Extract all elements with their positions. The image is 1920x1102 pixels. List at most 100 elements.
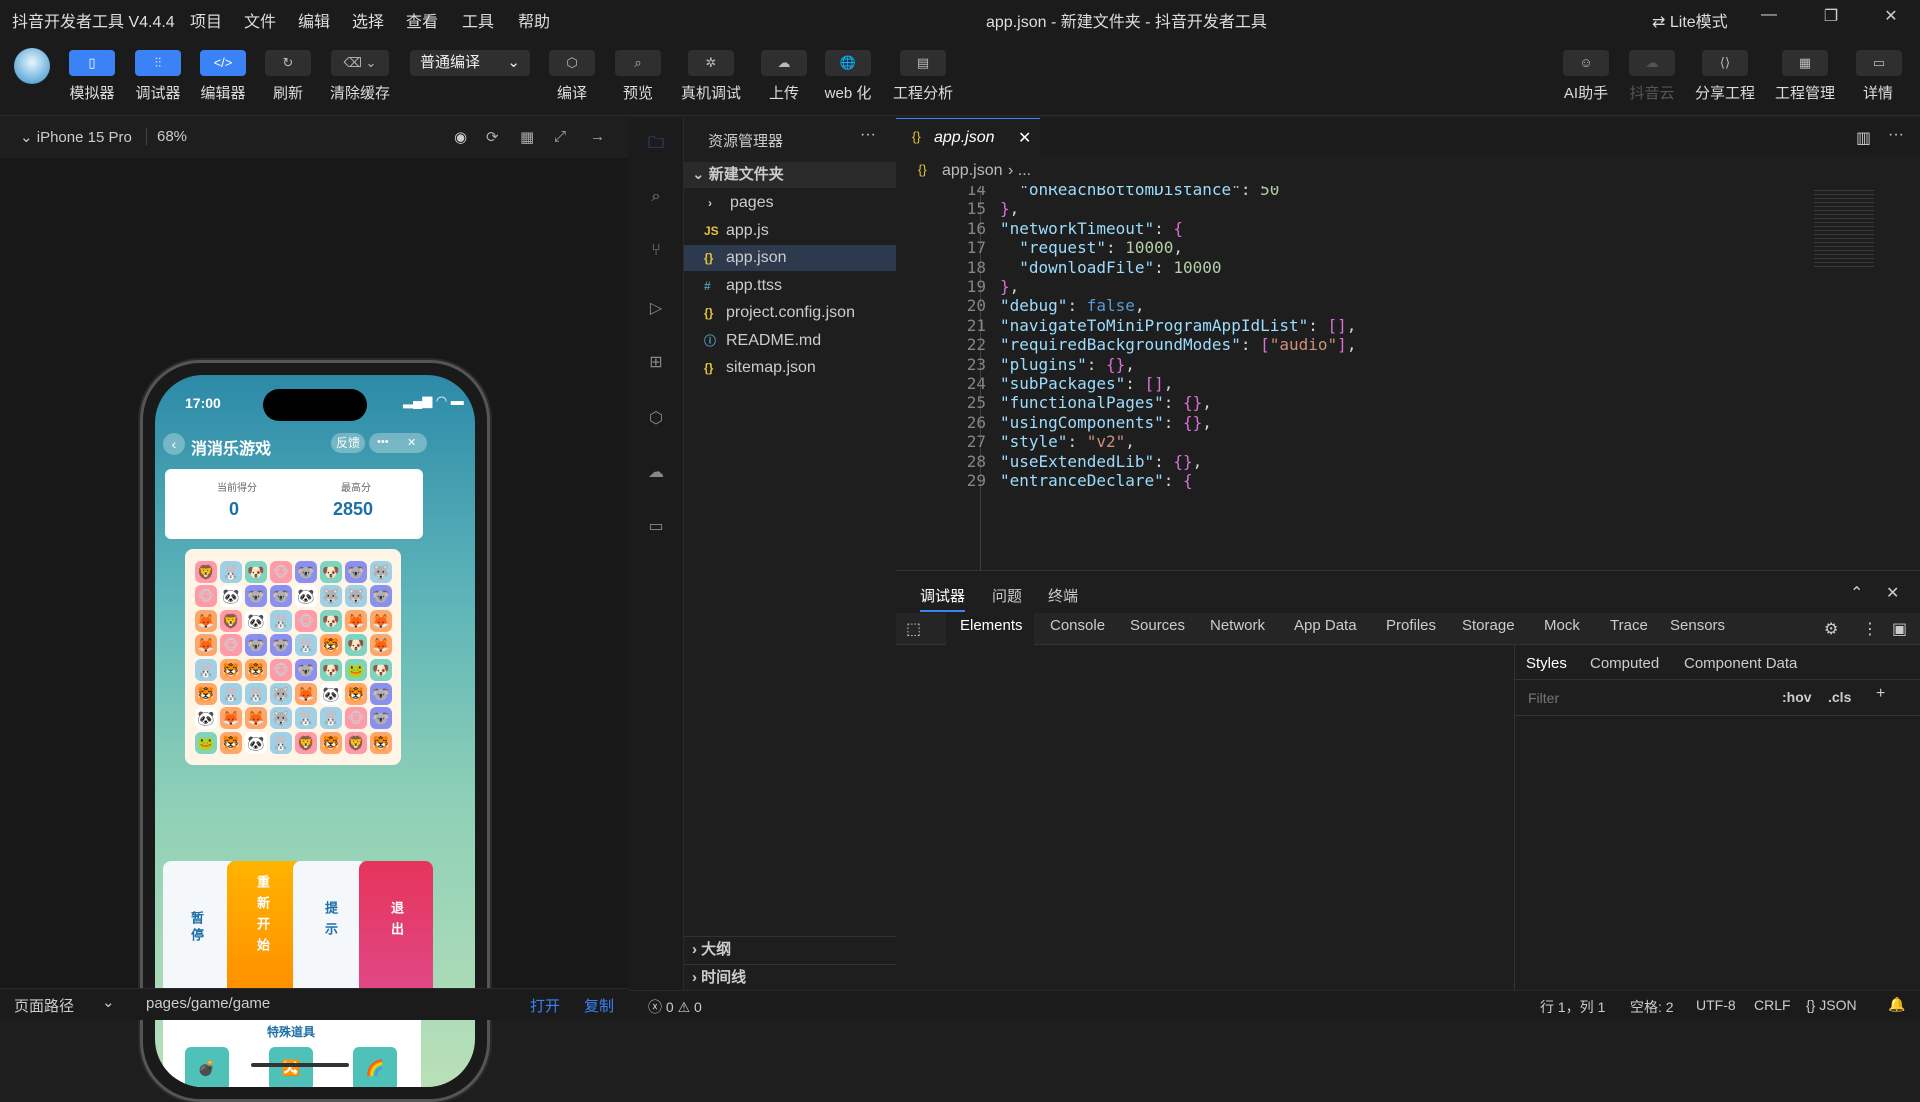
board-tile[interactable]: 🐰 — [220, 683, 242, 705]
compile-mode-select[interactable]: 普通编译 ⌄ — [410, 50, 530, 76]
devtools-tab-console[interactable]: Console — [1050, 617, 1105, 634]
board-tile[interactable]: 🐺 — [320, 585, 342, 608]
timeline-section[interactable]: › 时间线 — [684, 964, 896, 990]
devtools-tab-sensors[interactable]: Sensors — [1670, 617, 1725, 634]
debugger-toggle[interactable]: ⫶⫶ 调试器 — [132, 50, 184, 103]
run-debug-icon[interactable]: ▷ — [644, 298, 668, 322]
code-line[interactable]: "style": "v2", — [1000, 432, 1135, 451]
board-tile[interactable]: 🐺 — [345, 585, 367, 608]
devtools-tab-mock[interactable]: Mock — [1544, 617, 1580, 634]
board-tile[interactable]: 🐯 — [320, 731, 342, 754]
device-select[interactable]: ⌄ iPhone 15 Pro — [20, 128, 132, 146]
grid-icon[interactable]: ▦ — [520, 128, 534, 146]
board-tile[interactable]: 🐯 — [320, 634, 342, 657]
board-tile[interactable]: 🐵 — [270, 658, 292, 681]
board-tile[interactable]: 🐵 — [345, 707, 367, 730]
code-line[interactable]: "request": 10000, — [1000, 238, 1183, 257]
code-line[interactable]: "debug": false, — [1000, 296, 1145, 315]
devtools-tab-storage[interactable]: Storage — [1462, 617, 1515, 634]
board-tile[interactable]: 🦊 — [295, 683, 317, 705]
code-line[interactable]: "navigateToMiniProgramAppIdList": [], — [1000, 316, 1356, 335]
chevron-down-icon[interactable]: ⌄ — [102, 993, 115, 1011]
code-line[interactable]: "entranceDeclare": { — [1000, 471, 1193, 490]
compile-button[interactable]: ⬡ 编译 — [548, 50, 596, 103]
tab-component-data[interactable]: Component Data — [1684, 655, 1797, 672]
editor-toggle[interactable]: </> 编辑器 — [198, 50, 248, 103]
panel-debugger[interactable]: 调试器 — [920, 585, 966, 612]
file-item[interactable]: JS app.js — [684, 218, 896, 244]
code-line[interactable]: "useExtendedLib": {}, — [1000, 452, 1202, 471]
feedback-button[interactable]: 反馈 — [331, 433, 365, 453]
details-button[interactable]: ▭ 详情 — [1856, 50, 1902, 103]
board-tile[interactable]: 🦊 — [345, 609, 367, 632]
extensions-icon[interactable]: ⊞ — [644, 352, 668, 376]
board-tile[interactable]: 🐶 — [320, 658, 342, 681]
board-tile[interactable]: 🦊 — [245, 707, 267, 730]
search-icon[interactable]: ⌕ — [644, 188, 668, 212]
board-tile[interactable]: 🐶 — [320, 609, 342, 632]
board-tile[interactable]: 🐸 — [345, 658, 367, 681]
board-tile[interactable]: 🐰 — [220, 561, 242, 583]
outline-section[interactable]: › 大纲 — [684, 936, 896, 962]
board-tile[interactable]: 🐨 — [245, 634, 267, 657]
avatar[interactable] — [14, 48, 50, 84]
explorer-icon[interactable]: 🗀 — [644, 132, 668, 156]
hint-button[interactable]: 提示 — [293, 861, 367, 1003]
code-line[interactable]: "onReachBottomDistance": 50 — [1000, 186, 1279, 199]
rainbow-prop[interactable]: 🌈 — [353, 1047, 397, 1087]
board-tile[interactable]: 🐶 — [345, 634, 367, 657]
board-tile[interactable]: 🐵 — [295, 609, 317, 632]
add-rule-icon[interactable]: + — [1876, 685, 1885, 703]
board-tile[interactable]: 🐯 — [220, 731, 242, 754]
source-control-icon[interactable]: ⑂ — [644, 242, 668, 266]
copy-path-link[interactable]: 复制 — [584, 995, 614, 1016]
douyin-icon[interactable]: ◉ — [454, 128, 467, 146]
inspect-icon[interactable]: ⬚ — [906, 619, 921, 639]
tab-computed[interactable]: Computed — [1590, 655, 1659, 672]
encoding[interactable]: UTF-8 — [1696, 997, 1736, 1013]
board-tile[interactable]: 🐯 — [245, 658, 267, 681]
file-item[interactable]: {} app.json — [684, 245, 896, 271]
devtools-tab-elements[interactable]: Elements — [960, 617, 1023, 634]
web-button[interactable]: 🌐 web 化 — [820, 50, 876, 103]
board-tile[interactable]: 🦁 — [295, 731, 317, 754]
board-tile[interactable]: 🐶 — [245, 561, 267, 583]
chevron-up-icon[interactable]: ⌃ — [1850, 583, 1863, 603]
split-editor-icon[interactable]: ▥ — [1856, 128, 1871, 148]
board-tile[interactable]: 🐼 — [195, 707, 217, 730]
board-tile[interactable]: 🐼 — [295, 585, 317, 608]
board-tile[interactable]: 🐯 — [195, 683, 217, 705]
board-tile[interactable]: 🦊 — [220, 707, 242, 730]
clear-cache-button[interactable]: ⌫ ⌄ 清除缓存 — [328, 50, 392, 103]
board-tile[interactable]: 🐼 — [245, 609, 267, 632]
board-tile[interactable]: 🐨 — [270, 585, 292, 608]
back-icon[interactable]: ‹ — [163, 433, 185, 455]
language-mode[interactable]: {} JSON — [1806, 997, 1857, 1013]
file-item[interactable]: # app.ttss — [684, 273, 896, 299]
board-tile[interactable]: 🦊 — [195, 634, 217, 657]
menu-view[interactable]: 查看 — [406, 8, 438, 32]
board-tile[interactable]: 🐰 — [270, 609, 292, 632]
board-tile[interactable]: 🐰 — [320, 707, 342, 730]
share-project-button[interactable]: ⟨⟩ 分享工程 — [1692, 50, 1758, 103]
board-tile[interactable]: 🐯 — [370, 731, 392, 754]
preview-button[interactable]: ⌕ 预览 — [614, 50, 662, 103]
board-tile[interactable]: 🐰 — [245, 683, 267, 705]
tab-styles[interactable]: Styles — [1526, 655, 1567, 672]
devtools-tab-network[interactable]: Network — [1210, 617, 1265, 634]
breadcrumb-file[interactable]: app.json — [942, 162, 1003, 180]
simulator-toggle[interactable]: ▯ 模拟器 — [68, 50, 116, 103]
board-tile[interactable]: 🐰 — [295, 634, 317, 657]
douyin-cloud-button[interactable]: ☁ 抖音云 — [1628, 50, 1676, 103]
refresh-button[interactable]: ↻ 刷新 — [264, 50, 312, 103]
board-tile[interactable]: 🐼 — [245, 731, 267, 754]
file-item[interactable]: {} sitemap.json — [684, 355, 896, 381]
code-line[interactable]: "usingComponents": {}, — [1000, 413, 1212, 432]
elements-tree[interactable] — [896, 645, 1514, 969]
breadcrumb-rest[interactable]: › ... — [1008, 162, 1031, 180]
board-tile[interactable]: 🐸 — [195, 731, 217, 754]
cls-toggle[interactable]: .cls — [1828, 689, 1851, 705]
minimap[interactable] — [1814, 190, 1874, 270]
file-item[interactable]: ⓘ README.md — [684, 328, 896, 354]
exit-button[interactable]: 退出 — [359, 861, 433, 1003]
